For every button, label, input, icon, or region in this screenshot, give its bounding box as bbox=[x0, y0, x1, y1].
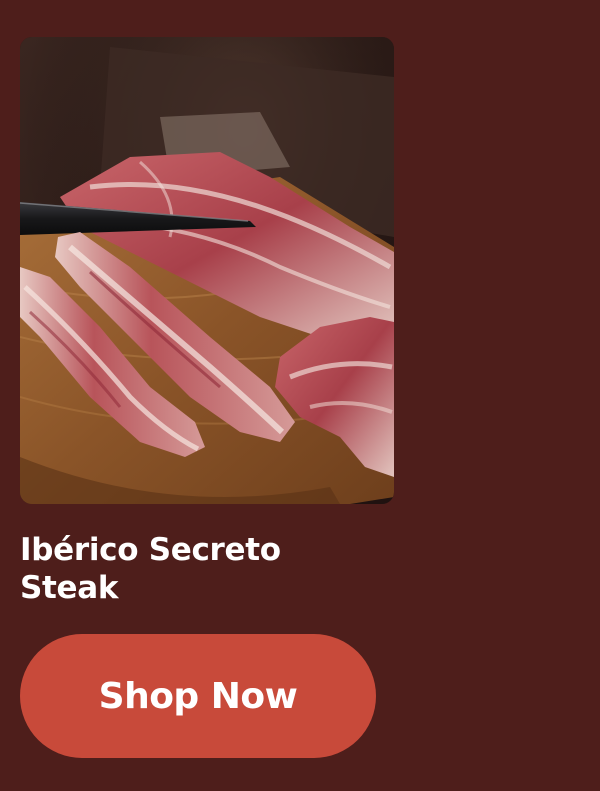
product-image[interactable] bbox=[20, 37, 394, 504]
product-card: Ibérico Secreto Steak Shop Now bbox=[0, 0, 600, 791]
product-title-line-1: Ibérico Secreto bbox=[20, 532, 281, 568]
shop-now-button[interactable]: Shop Now bbox=[20, 634, 376, 758]
product-title: Ibérico Secreto Steak bbox=[20, 531, 360, 607]
steak-photo-illustration bbox=[20, 37, 394, 504]
product-title-line-2: Steak bbox=[20, 570, 119, 606]
